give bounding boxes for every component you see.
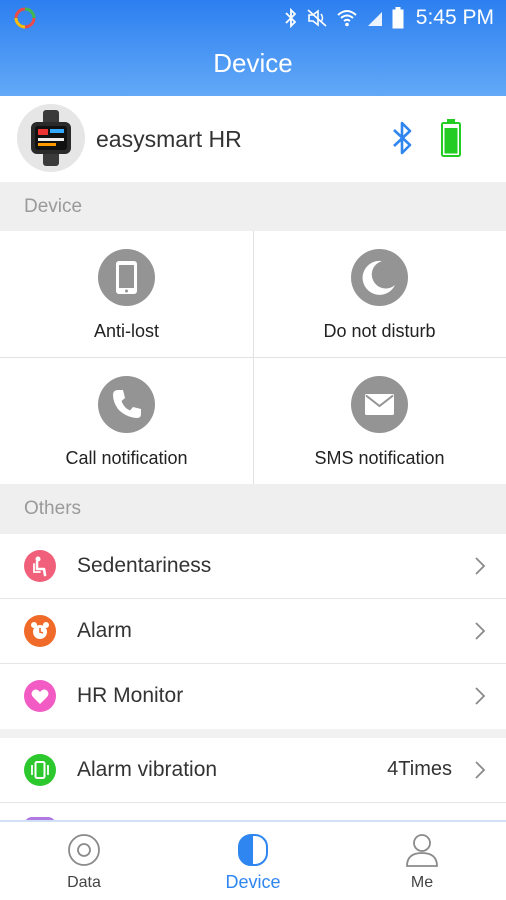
status-bar: 5:45 PM xyxy=(0,0,506,34)
smartwatch-icon xyxy=(31,110,71,166)
battery-status-icon xyxy=(392,7,404,29)
list-item-sedentariness[interactable]: Sedentariness xyxy=(0,534,506,599)
bluetooth-icon xyxy=(393,121,412,155)
anti-lost-button[interactable]: Anti-lost xyxy=(0,231,253,357)
chevron-right-icon xyxy=(475,622,486,640)
device-name: easysmart HR xyxy=(96,126,242,152)
person-icon xyxy=(406,834,438,867)
alarm-label: Alarm xyxy=(77,619,132,642)
sms-notification-label: SMS notification xyxy=(314,448,445,468)
alarm-vibration-label: Alarm vibration xyxy=(77,758,218,781)
page-title: Device xyxy=(213,48,293,78)
sedentariness-label: Sedentariness xyxy=(77,554,212,577)
status-time: 5:45 PM xyxy=(415,6,494,29)
do-not-disturb-label: Do not disturb xyxy=(323,321,436,341)
call-icon xyxy=(98,376,155,433)
heart-icon xyxy=(24,680,56,712)
anti-lost-label: Anti-lost xyxy=(93,321,160,341)
device-grid: Anti-lost Do not disturb Call notificati… xyxy=(0,231,506,484)
device-icon xyxy=(238,834,268,866)
do-not-disturb-button[interactable]: Do not disturb xyxy=(253,231,506,357)
nav-tab-data[interactable]: Data xyxy=(0,822,168,900)
moon-icon xyxy=(351,249,408,306)
chevron-right-icon xyxy=(475,687,486,705)
vibration-list: Alarm vibration 4Times xyxy=(0,738,506,825)
list-item-alarm[interactable]: Alarm xyxy=(0,599,506,664)
call-notification-button[interactable]: Call notification xyxy=(0,358,253,484)
nav-label-data: Data xyxy=(67,874,101,891)
list-item-alarm-vibration[interactable]: Alarm vibration 4Times xyxy=(0,738,506,803)
nav-tab-device[interactable]: Device xyxy=(169,822,337,900)
sitting-person-icon xyxy=(24,550,56,582)
device-avatar[interactable] xyxy=(17,104,85,172)
bottom-navigation: Data Device Me xyxy=(0,820,506,900)
others-list: Sedentariness Alarm HR Monitor xyxy=(0,534,506,729)
nav-tab-me[interactable]: Me xyxy=(338,822,506,900)
sms-notification-button[interactable]: SMS notification xyxy=(253,358,506,484)
chevron-right-icon xyxy=(475,761,486,779)
wifi-icon xyxy=(337,10,357,27)
call-notification-label: Call notification xyxy=(65,448,188,468)
mute-icon xyxy=(307,9,327,27)
data-icon xyxy=(68,834,100,866)
vibration-icon xyxy=(24,754,56,786)
section-header-device: Device xyxy=(0,182,506,232)
top-bar: 5:45 PM Device xyxy=(0,0,506,96)
app-notification-icon xyxy=(14,7,36,29)
section-header-others: Others xyxy=(0,484,506,534)
bluetooth-status-icon xyxy=(285,8,297,28)
alarm-vibration-value: 4Times xyxy=(387,758,452,780)
nav-label-device: Device xyxy=(225,872,281,892)
signal-icon xyxy=(367,12,382,26)
phone-icon xyxy=(98,249,155,306)
alarm-clock-icon xyxy=(24,615,56,647)
list-item-hr-monitor[interactable]: HR Monitor xyxy=(0,664,506,729)
hr-monitor-label: HR Monitor xyxy=(77,684,184,707)
battery-icon xyxy=(441,119,461,157)
envelope-icon xyxy=(351,376,408,433)
nav-label-me: Me xyxy=(410,874,434,891)
chevron-right-icon xyxy=(475,557,486,575)
device-profile[interactable]: easysmart HR xyxy=(0,96,506,182)
grid-divider-horizontal xyxy=(0,357,506,358)
